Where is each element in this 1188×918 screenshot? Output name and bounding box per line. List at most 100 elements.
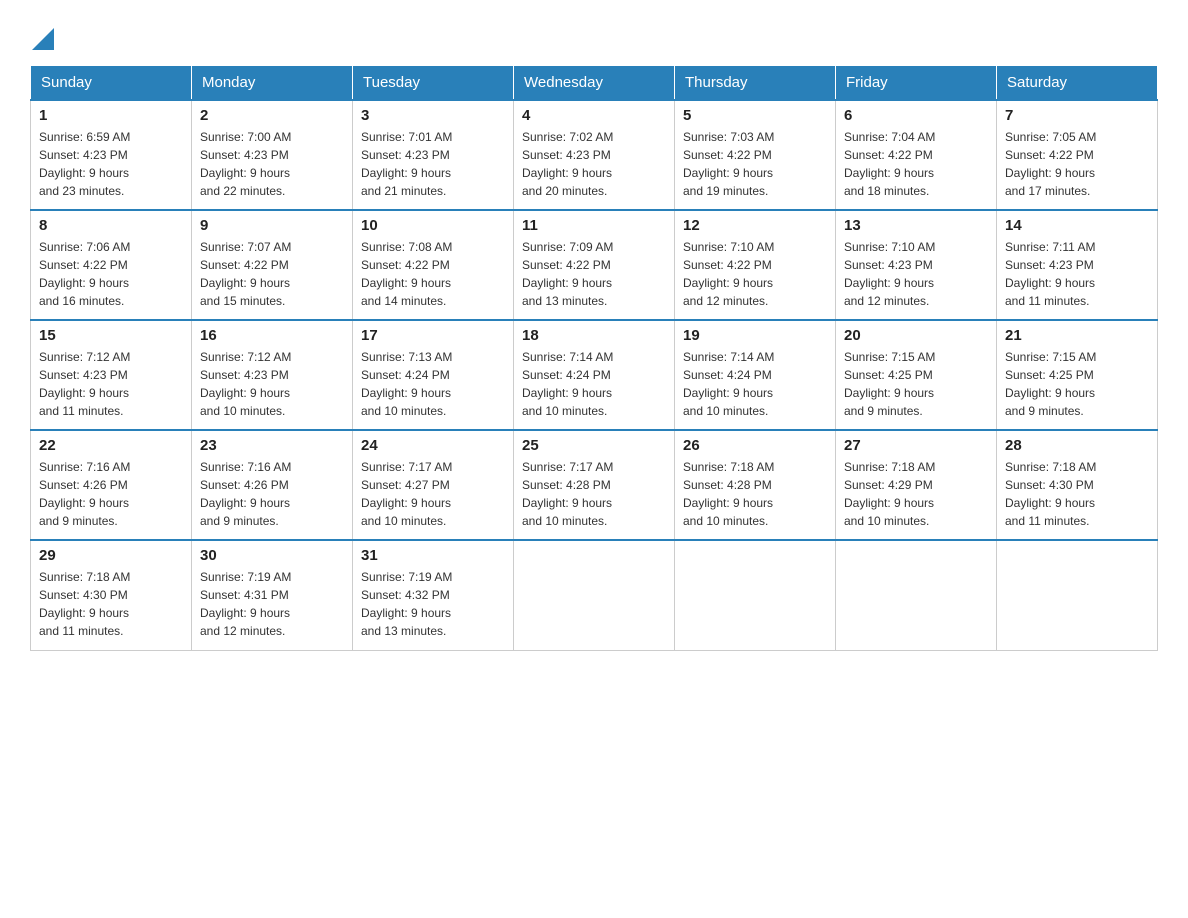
calendar-day-cell: 3 Sunrise: 7:01 AMSunset: 4:23 PMDaylight… — [353, 100, 514, 210]
calendar-day-cell: 1Sunrise: 6:59 AMSunset: 4:23 PMDaylight… — [31, 100, 192, 210]
calendar-day-cell: 22 Sunrise: 7:16 AMSunset: 4:26 PMDayligh… — [31, 430, 192, 540]
calendar-day-cell: 31Sunrise: 7:19 AMSunset: 4:32 PMDayligh… — [353, 540, 514, 650]
day-info: Sunrise: 7:08 AMSunset: 4:22 PMDaylight:… — [361, 238, 505, 310]
calendar-day-cell — [514, 540, 675, 650]
calendar-day-cell: 9Sunrise: 7:07 AMSunset: 4:22 PMDaylight… — [192, 210, 353, 320]
day-info: Sunrise: 7:15 AMSunset: 4:25 PMDaylight:… — [844, 348, 988, 420]
day-number: 16 — [200, 327, 344, 344]
day-number: 13 — [844, 217, 988, 234]
day-of-week-header: Tuesday — [353, 66, 514, 101]
logo — [30, 20, 54, 55]
calendar-day-cell: 10 Sunrise: 7:08 AMSunset: 4:22 PMDayligh… — [353, 210, 514, 320]
logo-triangle-icon — [32, 22, 54, 50]
calendar-header-row: SundayMondayTuesdayWednesdayThursdayFrid… — [31, 66, 1158, 101]
day-number: 3 — [361, 107, 505, 124]
calendar-day-cell — [997, 540, 1158, 650]
calendar-week-row: 1Sunrise: 6:59 AMSunset: 4:23 PMDaylight… — [31, 100, 1158, 210]
calendar-day-cell: 26 Sunrise: 7:18 AMSunset: 4:28 PMDayligh… — [675, 430, 836, 540]
day-number: 14 — [1005, 217, 1149, 234]
day-number: 30 — [200, 547, 344, 564]
day-info: Sunrise: 7:04 AMSunset: 4:22 PMDaylight:… — [844, 128, 988, 200]
day-number: 8 — [39, 217, 183, 234]
day-info: Sunrise: 7:14 AMSunset: 4:24 PMDaylight:… — [522, 348, 666, 420]
calendar-week-row: 15 Sunrise: 7:12 AMSunset: 4:23 PMDayligh… — [31, 320, 1158, 430]
day-info: Sunrise: 7:10 AMSunset: 4:22 PMDaylight:… — [683, 238, 827, 310]
calendar-table: SundayMondayTuesdayWednesdayThursdayFrid… — [30, 65, 1158, 651]
day-info: Sunrise: 7:18 AMSunset: 4:29 PMDaylight:… — [844, 458, 988, 530]
day-number: 31 — [361, 547, 505, 564]
calendar-day-cell: 2 Sunrise: 7:00 AMSunset: 4:23 PMDaylight… — [192, 100, 353, 210]
day-of-week-header: Saturday — [997, 66, 1158, 101]
day-info: Sunrise: 7:01 AMSunset: 4:23 PMDaylight:… — [361, 128, 505, 200]
day-number: 24 — [361, 437, 505, 454]
day-number: 20 — [844, 327, 988, 344]
day-info: Sunrise: 7:12 AMSunset: 4:23 PMDaylight:… — [200, 348, 344, 420]
calendar-day-cell: 18 Sunrise: 7:14 AMSunset: 4:24 PMDayligh… — [514, 320, 675, 430]
day-number: 17 — [361, 327, 505, 344]
calendar-week-row: 29Sunrise: 7:18 AMSunset: 4:30 PMDayligh… — [31, 540, 1158, 650]
day-info: Sunrise: 7:10 AMSunset: 4:23 PMDaylight:… — [844, 238, 988, 310]
calendar-day-cell: 13 Sunrise: 7:10 AMSunset: 4:23 PMDayligh… — [836, 210, 997, 320]
calendar-day-cell: 11 Sunrise: 7:09 AMSunset: 4:22 PMDayligh… — [514, 210, 675, 320]
day-number: 2 — [200, 107, 344, 124]
calendar-day-cell: 12 Sunrise: 7:10 AMSunset: 4:22 PMDayligh… — [675, 210, 836, 320]
day-info: Sunrise: 7:14 AMSunset: 4:24 PMDaylight:… — [683, 348, 827, 420]
calendar-day-cell: 5Sunrise: 7:03 AMSunset: 4:22 PMDaylight… — [675, 100, 836, 210]
calendar-day-cell: 30 Sunrise: 7:19 AMSunset: 4:31 PMDayligh… — [192, 540, 353, 650]
calendar-day-cell: 8 Sunrise: 7:06 AMSunset: 4:22 PMDaylight… — [31, 210, 192, 320]
day-info: Sunrise: 7:12 AMSunset: 4:23 PMDaylight:… — [39, 348, 183, 420]
day-info: Sunrise: 7:02 AMSunset: 4:23 PMDaylight:… — [522, 128, 666, 200]
day-of-week-header: Sunday — [31, 66, 192, 101]
day-number: 12 — [683, 217, 827, 234]
calendar-day-cell: 4 Sunrise: 7:02 AMSunset: 4:23 PMDaylight… — [514, 100, 675, 210]
calendar-day-cell: 24 Sunrise: 7:17 AMSunset: 4:27 PMDayligh… — [353, 430, 514, 540]
day-number: 21 — [1005, 327, 1149, 344]
day-number: 5 — [683, 107, 827, 124]
page-header — [30, 20, 1158, 55]
day-number: 11 — [522, 217, 666, 234]
day-info: Sunrise: 7:06 AMSunset: 4:22 PMDaylight:… — [39, 238, 183, 310]
day-info: Sunrise: 7:09 AMSunset: 4:22 PMDaylight:… — [522, 238, 666, 310]
day-info: Sunrise: 7:00 AMSunset: 4:23 PMDaylight:… — [200, 128, 344, 200]
calendar-day-cell: 28 Sunrise: 7:18 AMSunset: 4:30 PMDayligh… — [997, 430, 1158, 540]
calendar-day-cell: 17Sunrise: 7:13 AMSunset: 4:24 PMDayligh… — [353, 320, 514, 430]
calendar-day-cell — [836, 540, 997, 650]
day-number: 10 — [361, 217, 505, 234]
calendar-week-row: 8 Sunrise: 7:06 AMSunset: 4:22 PMDaylight… — [31, 210, 1158, 320]
calendar-day-cell: 25 Sunrise: 7:17 AMSunset: 4:28 PMDayligh… — [514, 430, 675, 540]
day-info: Sunrise: 7:17 AMSunset: 4:27 PMDaylight:… — [361, 458, 505, 530]
day-number: 25 — [522, 437, 666, 454]
calendar-day-cell: 6 Sunrise: 7:04 AMSunset: 4:22 PMDaylight… — [836, 100, 997, 210]
day-number: 6 — [844, 107, 988, 124]
day-number: 26 — [683, 437, 827, 454]
day-info: Sunrise: 7:18 AMSunset: 4:28 PMDaylight:… — [683, 458, 827, 530]
calendar-day-cell: 15 Sunrise: 7:12 AMSunset: 4:23 PMDayligh… — [31, 320, 192, 430]
day-number: 22 — [39, 437, 183, 454]
day-of-week-header: Friday — [836, 66, 997, 101]
day-info: Sunrise: 7:17 AMSunset: 4:28 PMDaylight:… — [522, 458, 666, 530]
day-info: Sunrise: 7:05 AMSunset: 4:22 PMDaylight:… — [1005, 128, 1149, 200]
day-number: 18 — [522, 327, 666, 344]
calendar-day-cell: 20 Sunrise: 7:15 AMSunset: 4:25 PMDayligh… — [836, 320, 997, 430]
day-info: Sunrise: 7:18 AMSunset: 4:30 PMDaylight:… — [1005, 458, 1149, 530]
day-number: 15 — [39, 327, 183, 344]
day-number: 29 — [39, 547, 183, 564]
day-info: Sunrise: 7:16 AMSunset: 4:26 PMDaylight:… — [39, 458, 183, 530]
calendar-day-cell: 21Sunrise: 7:15 AMSunset: 4:25 PMDayligh… — [997, 320, 1158, 430]
day-info: Sunrise: 7:11 AMSunset: 4:23 PMDaylight:… — [1005, 238, 1149, 310]
calendar-day-cell: 29Sunrise: 7:18 AMSunset: 4:30 PMDayligh… — [31, 540, 192, 650]
day-of-week-header: Wednesday — [514, 66, 675, 101]
calendar-day-cell: 23Sunrise: 7:16 AMSunset: 4:26 PMDayligh… — [192, 430, 353, 540]
day-info: Sunrise: 7:19 AMSunset: 4:31 PMDaylight:… — [200, 568, 344, 640]
day-number: 4 — [522, 107, 666, 124]
calendar-day-cell: 16 Sunrise: 7:12 AMSunset: 4:23 PMDayligh… — [192, 320, 353, 430]
day-number: 23 — [200, 437, 344, 454]
calendar-day-cell: 19 Sunrise: 7:14 AMSunset: 4:24 PMDayligh… — [675, 320, 836, 430]
calendar-day-cell: 7 Sunrise: 7:05 AMSunset: 4:22 PMDaylight… — [997, 100, 1158, 210]
day-number: 1 — [39, 107, 183, 124]
day-number: 7 — [1005, 107, 1149, 124]
day-number: 9 — [200, 217, 344, 234]
day-number: 19 — [683, 327, 827, 344]
day-number: 28 — [1005, 437, 1149, 454]
calendar-day-cell: 27Sunrise: 7:18 AMSunset: 4:29 PMDayligh… — [836, 430, 997, 540]
